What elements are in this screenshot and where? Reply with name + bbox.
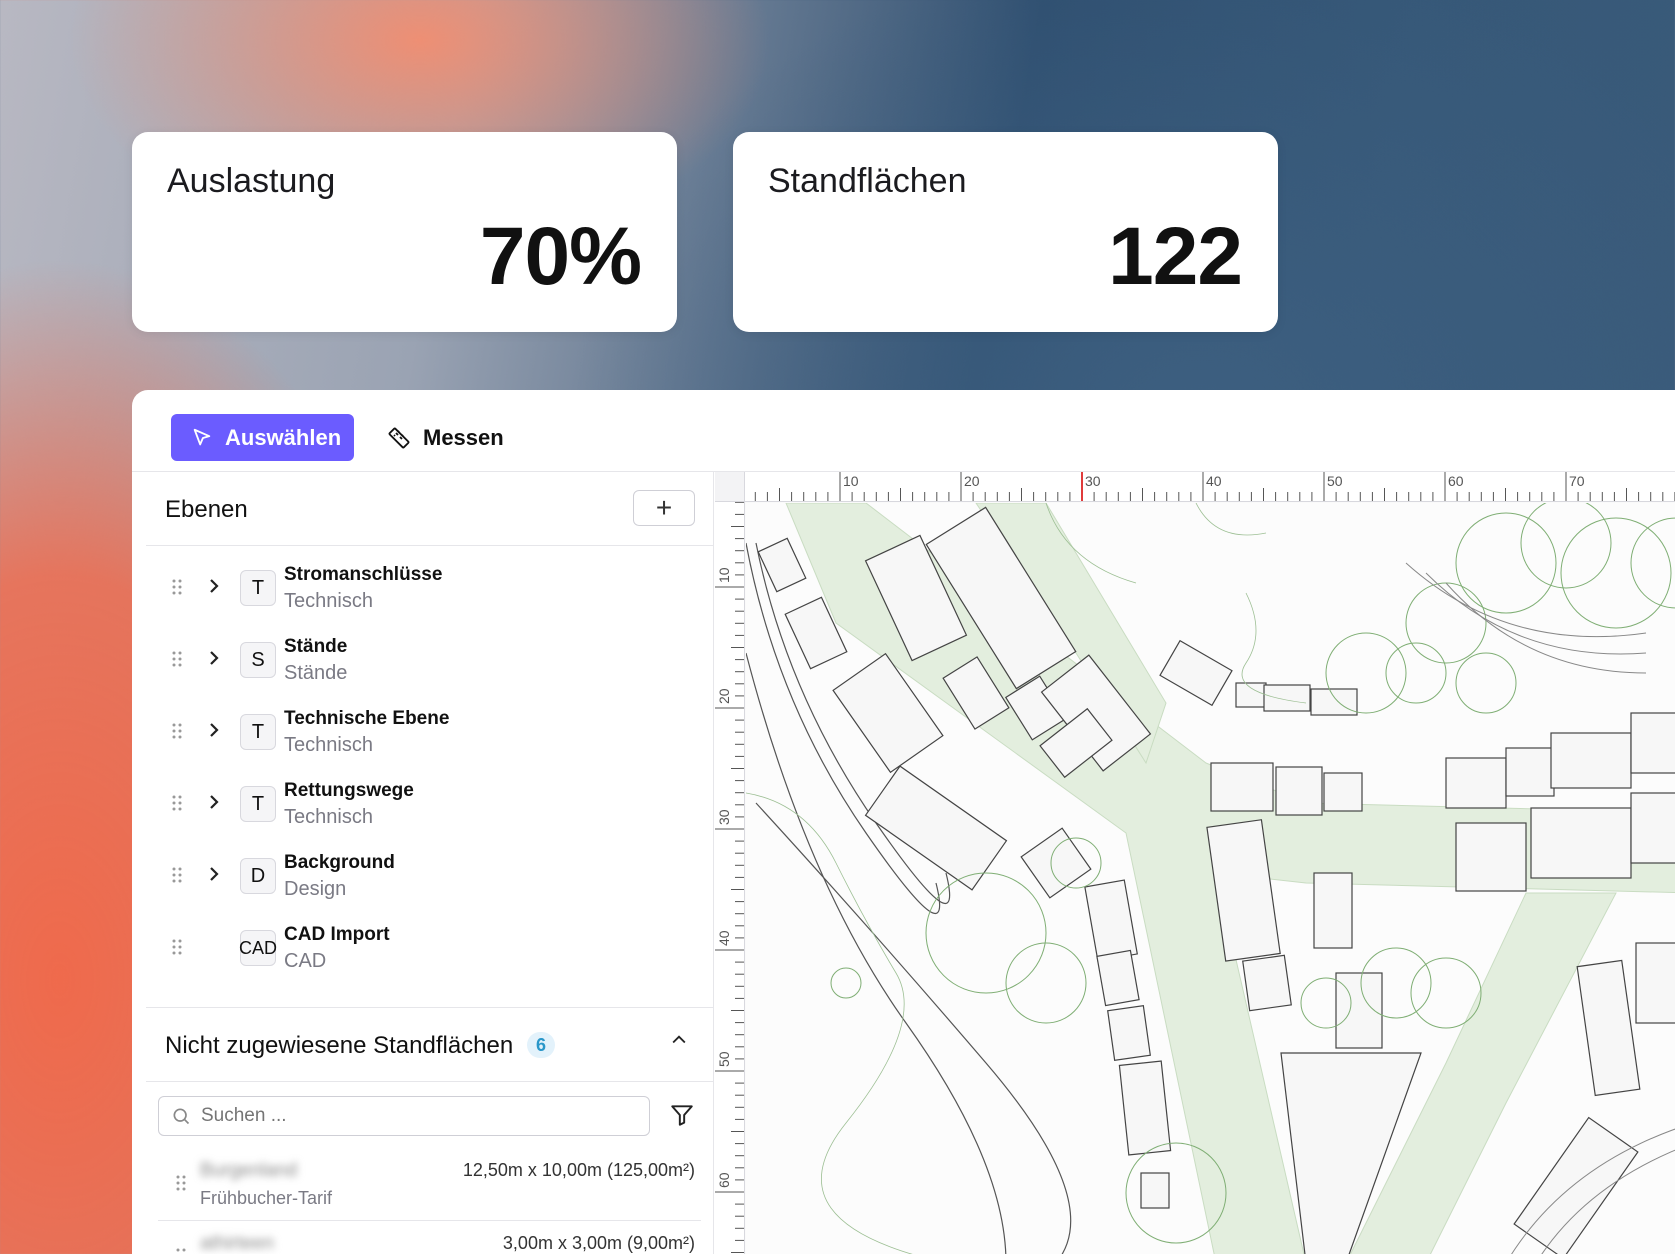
chevron-right-icon[interactable] xyxy=(206,864,222,890)
chevron-right-icon[interactable] xyxy=(206,576,222,602)
ruler-corner xyxy=(715,472,745,502)
unassigned-count-badge: 6 xyxy=(527,1032,555,1058)
layer-list: T Stromanschlüsse Technisch S Stände Stände T T… xyxy=(146,546,713,1008)
chevron-right-icon[interactable] xyxy=(206,720,222,746)
layer-item[interactable]: S Stände Stände xyxy=(146,628,713,700)
ruler-tick-label: 60 xyxy=(716,1172,732,1188)
add-layer-button[interactable]: + xyxy=(633,490,695,526)
ruler-icon xyxy=(388,427,410,448)
layer-name: Technische Ebene xyxy=(284,708,450,729)
ruler-tick-label: 20 xyxy=(716,688,732,704)
booth-size: 3,00m x 3,00m (9,00m²) xyxy=(502,1233,695,1253)
drag-handle-icon[interactable] xyxy=(172,866,182,884)
booths-card: Standflächen 122 xyxy=(733,132,1278,332)
cursor-icon xyxy=(193,428,211,445)
layer-item[interactable]: D Background Design xyxy=(146,844,713,916)
drag-handle-icon[interactable] xyxy=(172,650,182,668)
utilization-card: Auslastung 70% xyxy=(132,132,677,332)
search-box xyxy=(158,1096,650,1136)
ruler-tick-label: 40 xyxy=(1206,473,1222,489)
layer-name: Stände xyxy=(284,636,348,657)
layer-type: Technisch xyxy=(284,590,373,612)
chevron-right-icon[interactable] xyxy=(206,792,222,818)
layer-type-badge: T xyxy=(240,714,276,750)
ruler-tick-label: 50 xyxy=(1327,473,1343,489)
layers-header: Ebenen + xyxy=(146,472,713,546)
layer-type: Stände xyxy=(284,662,348,684)
drag-handle-icon[interactable] xyxy=(172,578,182,596)
chevron-right-icon[interactable] xyxy=(206,648,222,674)
measure-tool-label: Messen xyxy=(423,424,504,450)
layer-type: Technisch xyxy=(284,806,373,828)
ruler-left: 10 20 30 40 50 60 xyxy=(715,502,745,1254)
toolbar: Auswählen Messen xyxy=(132,390,1675,472)
booths-label: Standflächen xyxy=(768,162,967,200)
layers-title: Ebenen xyxy=(165,496,248,523)
ruler-tick-label: 70 xyxy=(1569,473,1585,489)
layer-item[interactable]: CAD CAD Import CAD xyxy=(146,916,713,988)
search-icon xyxy=(173,1108,190,1125)
site-plan xyxy=(746,503,1675,1254)
floorplan-canvas[interactable]: 10 20 30 40 50 60 70 10 20 30 40 50 60 xyxy=(715,472,1675,1254)
booths-value: 122 xyxy=(1108,211,1243,302)
select-tool-label: Auswählen xyxy=(225,424,342,450)
layer-name: Rettungswege xyxy=(284,780,414,801)
layer-item[interactable]: T Stromanschlüsse Technisch xyxy=(146,556,713,628)
ruler-tick-label: 50 xyxy=(716,1051,732,1067)
ruler-tick-label: 60 xyxy=(1448,473,1464,489)
drag-handle-icon[interactable] xyxy=(172,722,182,740)
layer-type: Design xyxy=(284,878,347,900)
sidebar: Ebenen + T Stromanschlüsse Technisch S Ständ… xyxy=(146,472,714,1254)
layer-type-badge: CAD xyxy=(239,930,277,966)
ruler-tick-label: 30 xyxy=(1085,473,1101,489)
ruler-tick-label: 10 xyxy=(843,473,859,489)
chevron-up-icon[interactable] xyxy=(669,1030,689,1056)
floorplan-editor: Auswählen Messen Ebenen + T Stromanschlüs… xyxy=(132,390,1675,1254)
layer-type-badge: T xyxy=(240,570,276,606)
booth-tarif: Frühbucher-Tarif xyxy=(200,1188,333,1208)
ruler-tick-label: 20 xyxy=(964,473,980,489)
layer-name: Background xyxy=(284,852,395,873)
booth-name: Burgenland xyxy=(200,1160,298,1181)
select-tool-button[interactable]: Auswählen xyxy=(171,414,354,461)
layer-type: CAD xyxy=(284,950,327,972)
layer-item[interactable]: T Rettungswege Technisch xyxy=(146,772,713,844)
ruler-tick-label: 30 xyxy=(716,809,732,825)
ruler-tick-label: 10 xyxy=(716,567,732,583)
drag-handle-icon[interactable] xyxy=(176,1247,186,1254)
unassigned-header[interactable]: Nicht zugewiesene Standflächen 6 xyxy=(146,1008,713,1082)
list-item[interactable]: athirteenNormaltarif3,00m x 3,00m (9,00m… xyxy=(158,1221,701,1254)
drag-handle-icon[interactable] xyxy=(172,938,182,956)
ruler-top: 10 20 30 40 50 60 70 xyxy=(745,472,1675,502)
drag-handle-icon[interactable] xyxy=(176,1174,186,1192)
unassigned-title: Nicht zugewiesene Standflächen xyxy=(165,1032,514,1059)
layer-item[interactable]: T Technische Ebene Technisch xyxy=(146,700,713,772)
utilization-label: Auslastung xyxy=(167,162,336,200)
drag-handle-icon[interactable] xyxy=(172,794,182,812)
layer-name: Stromanschlüsse xyxy=(284,564,443,585)
layer-type: Technisch xyxy=(284,734,373,756)
search-input[interactable] xyxy=(201,1105,601,1127)
booth-size: 12,50m x 10,00m (125,00m²) xyxy=(462,1160,695,1180)
layer-type-badge: D xyxy=(240,858,276,894)
filter-icon[interactable] xyxy=(669,1102,695,1133)
ruler-tick-label: 40 xyxy=(716,930,732,946)
list-item[interactable]: Burgenland Frühbucher-Tarif 12,50m x 10,00… xyxy=(158,1148,701,1221)
search-row xyxy=(146,1082,713,1148)
utilization-value: 70% xyxy=(479,211,642,302)
measure-tool-button[interactable]: Messen xyxy=(377,414,514,461)
booth-name: athirteen xyxy=(200,1233,274,1254)
layer-type-badge: T xyxy=(240,786,276,822)
layer-name: CAD Import xyxy=(284,924,390,945)
layer-type-badge: S xyxy=(240,642,276,678)
booth-list: Burgenland Frühbucher-Tarif 12,50m x 10,00… xyxy=(146,1148,713,1254)
